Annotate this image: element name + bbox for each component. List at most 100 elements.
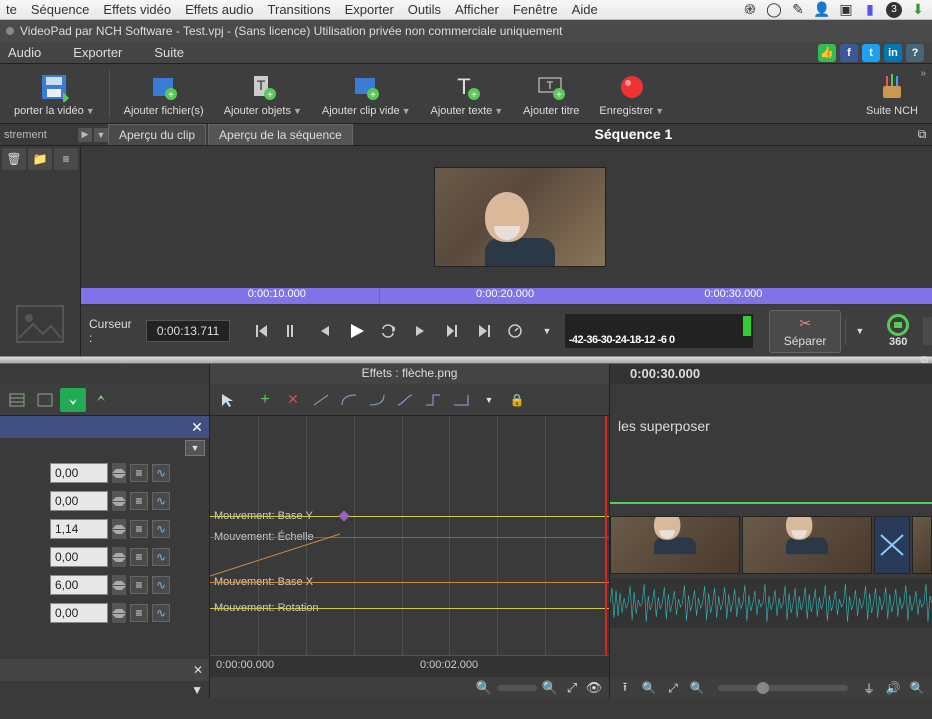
ease-in-icon[interactable] [336, 388, 362, 412]
timeline-body[interactable]: les superposer [610, 384, 932, 677]
close-icon[interactable]: ✕ [193, 663, 203, 677]
dropdown-icon[interactable]: ▼ [845, 317, 873, 345]
film-icon[interactable] [32, 388, 58, 412]
chevron-down-icon[interactable]: ▼ [185, 440, 205, 456]
add-text-button[interactable]: T+ Ajouter texte▼ [420, 69, 513, 119]
list-view-icon[interactable]: ≡ [54, 148, 78, 170]
overlay-track-bar[interactable] [610, 502, 932, 504]
zoom-out-icon[interactable]: 🔍 [475, 679, 493, 697]
snap-icon[interactable]: ⭱ [616, 679, 634, 697]
ease-hold-icon[interactable] [448, 388, 474, 412]
volume-icon[interactable]: 🔊 [884, 679, 902, 697]
param-value-input[interactable]: 0,00 [50, 491, 108, 511]
param-value-input[interactable]: 1,14 [50, 519, 108, 539]
keyframe-diamond-icon[interactable] [338, 510, 349, 521]
param-value-input[interactable]: 6,00 [50, 575, 108, 595]
help-icon[interactable]: ? [906, 44, 924, 62]
menu-item[interactable]: Aide [572, 2, 598, 17]
add-empty-clip-button[interactable]: + Ajouter clip vide▼ [312, 69, 421, 119]
menu-item[interactable]: Effets vidéo [103, 2, 171, 17]
add-files-button[interactable]: + Ajouter fichier(s) [114, 69, 214, 119]
keyframe-playhead[interactable] [605, 416, 607, 655]
expand-icon[interactable]: » [923, 317, 932, 345]
crossfade-transition[interactable] [874, 516, 910, 574]
add-keyframe-icon[interactable]: + [252, 388, 278, 412]
close-icon[interactable]: ✕ [189, 419, 205, 435]
keyframe-line[interactable] [210, 608, 609, 609]
menu-item[interactable]: Afficher [455, 2, 499, 17]
overflow-icon[interactable]: » [920, 68, 926, 79]
tab-sequence-preview[interactable]: Aperçu de la séquence [208, 124, 353, 145]
delete-keyframe-icon[interactable]: ✕ [280, 388, 306, 412]
curve-icon[interactable]: ∿ [152, 548, 170, 566]
arrow-right-icon[interactable]: ▶ [78, 128, 92, 142]
keyframe-list-icon[interactable]: ≡ [130, 548, 148, 566]
spinner[interactable] [112, 519, 126, 539]
video-clip[interactable] [610, 516, 740, 574]
download-icon[interactable]: ⬇ [910, 2, 926, 18]
dropdown-icon[interactable]: ▼ [476, 388, 502, 412]
menu-item[interactable]: Séquence [31, 2, 90, 17]
zoom-in-icon[interactable]: 🔍 [541, 679, 559, 697]
video-clip[interactable] [912, 516, 932, 574]
menu-item[interactable]: Fenêtre [513, 2, 558, 17]
twitter-icon[interactable]: t [862, 44, 880, 62]
menu-item[interactable]: Outils [408, 2, 441, 17]
tray-icon[interactable]: 👤 [814, 2, 830, 18]
loop-icon[interactable] [375, 317, 403, 345]
tab-clip-preview[interactable]: Aperçu du clip [108, 124, 206, 145]
evernote-icon[interactable]: ✎ [790, 2, 806, 18]
eye-icon[interactable]: 👁 [585, 679, 603, 697]
keyframe-line[interactable] [210, 582, 609, 583]
tab-export[interactable]: Exporter [73, 45, 122, 60]
keyframe-line[interactable] [210, 516, 609, 517]
curve-icon[interactable]: ∿ [152, 492, 170, 510]
spinner[interactable] [112, 547, 126, 567]
spinner[interactable] [112, 575, 126, 595]
dropdown-icon[interactable]: ▼ [533, 317, 561, 345]
window-control-icon[interactable] [6, 27, 14, 35]
tray-icon[interactable]: ֎ [742, 2, 758, 18]
record-button[interactable]: Enregistrer▼ [589, 69, 674, 119]
keyframe-ruler[interactable]: 0:00:00.000 0:00:02.000 [210, 655, 609, 677]
add-title-button[interactable]: T+ Ajouter titre [513, 69, 589, 119]
curve-icon[interactable]: ∿ [152, 464, 170, 482]
curve-icon[interactable]: ∿ [152, 520, 170, 538]
cursor-tool-icon[interactable] [214, 388, 240, 412]
menu-item[interactable]: Effets audio [185, 2, 253, 17]
popout-icon[interactable]: ⧉ [912, 124, 932, 145]
tab-audio[interactable]: Audio [8, 45, 41, 60]
timeline-ruler[interactable]: 0:00:30.000 [610, 364, 932, 384]
zoom-in-icon[interactable]: 🔍 [688, 679, 706, 697]
curve-icon[interactable]: ∿ [152, 576, 170, 594]
zoom-fit-icon[interactable]: ⤢ [563, 679, 581, 697]
upload-effect-icon[interactable] [88, 388, 114, 412]
keyframe-list-icon[interactable]: ≡ [130, 464, 148, 482]
ease-step-icon[interactable] [420, 388, 446, 412]
arrow-down-icon[interactable]: ▼ [94, 128, 108, 142]
curve-icon[interactable]: ∿ [152, 604, 170, 622]
keyframe-list-icon[interactable]: ≡ [130, 520, 148, 538]
play-button[interactable] [343, 317, 371, 345]
tray-icon[interactable]: ◯ [766, 2, 782, 18]
video-clip[interactable] [742, 516, 872, 574]
film-icon[interactable] [4, 388, 30, 412]
go-start-icon[interactable] [248, 317, 276, 345]
export-video-button[interactable]: porter la vidéo▼ [4, 69, 105, 119]
keyframe-list-icon[interactable]: ≡ [130, 576, 148, 594]
audio-track[interactable] [610, 578, 932, 628]
spinner[interactable] [112, 491, 126, 511]
zoom-out-icon[interactable]: 🔍 [640, 679, 658, 697]
keyframe-list-icon[interactable]: ≡ [130, 604, 148, 622]
new-folder-icon[interactable]: 📁 [28, 148, 52, 170]
lock-icon[interactable]: 🔒 [504, 388, 530, 412]
linkedin-icon[interactable]: in [884, 44, 902, 62]
bin-tab-label[interactable]: strement [4, 129, 47, 141]
zoom-fit-icon[interactable]: ⤢ [664, 679, 682, 697]
timeline-zoom-slider[interactable] [718, 685, 848, 691]
download-effect-icon[interactable] [60, 388, 86, 412]
spinner[interactable] [112, 603, 126, 623]
keyframe-list-icon[interactable]: ≡ [130, 492, 148, 510]
param-value-input[interactable]: 0,00 [50, 463, 108, 483]
trash-icon[interactable]: 🗑 [2, 148, 26, 170]
